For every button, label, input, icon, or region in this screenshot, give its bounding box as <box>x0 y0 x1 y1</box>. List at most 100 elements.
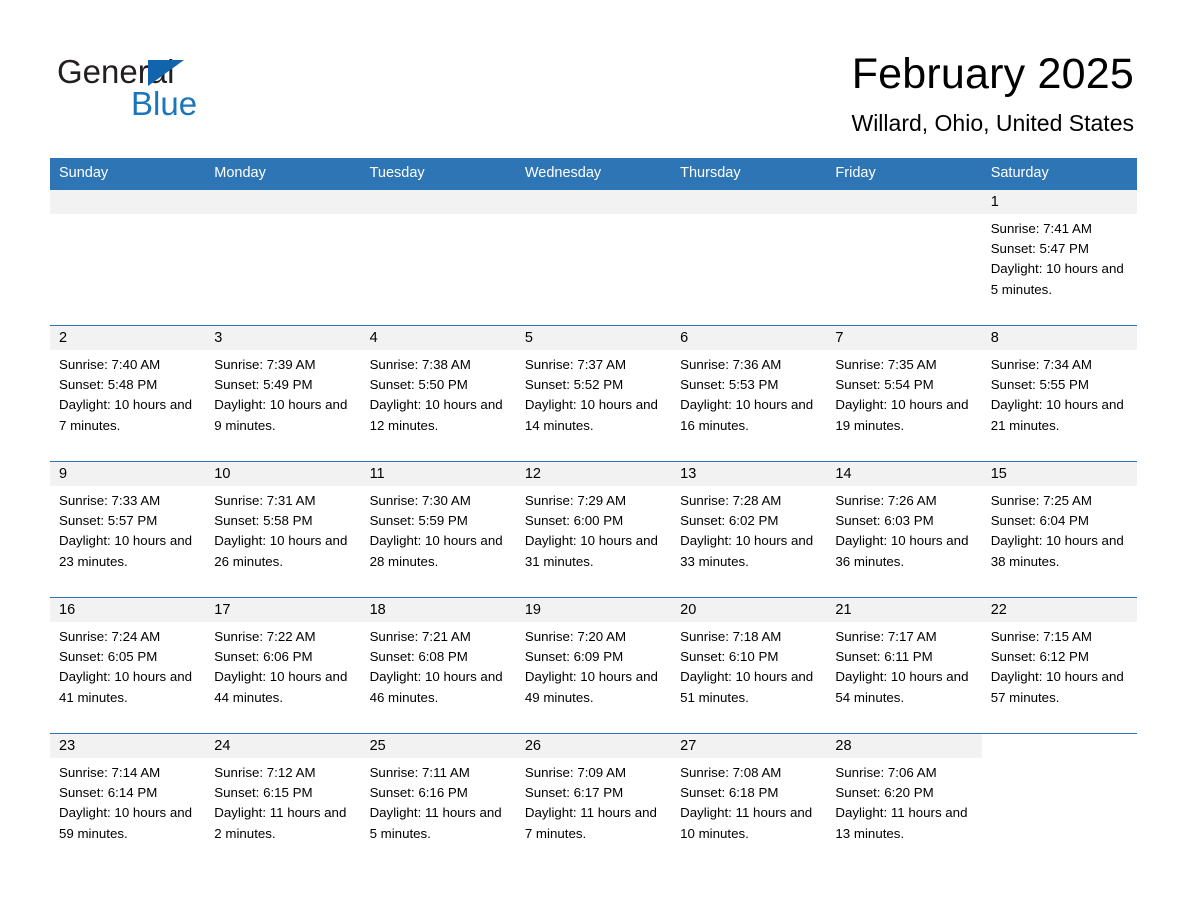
day-details: Sunrise: 7:34 AM Sunset: 5:55 PM Daylight:… <box>982 350 1137 436</box>
day-cell-inner: 13 Sunrise: 7:28 AM Sunset: 6:02 PM Dayligh… <box>671 462 827 597</box>
sunset-text: Sunset: 5:58 PM <box>214 513 313 529</box>
calendar-page: General Blue February 2025 Willard, Ohio… <box>0 0 1188 918</box>
day-cell[interactable]: 8 Sunrise: 7:34 AM Sunset: 5:55 PM Daylight… <box>981 325 1137 462</box>
day-cell[interactable]: 26 Sunrise: 7:09 AM Sunset: 6:17 PM Dayligh… <box>515 733 672 869</box>
day-details: Sunrise: 7:14 AM Sunset: 6:14 PM Daylight:… <box>50 758 205 844</box>
day-cell-inner: 22 Sunrise: 7:15 AM Sunset: 6:12 PM Dayligh… <box>981 598 1137 733</box>
day-cell-inner: 2 Sunrise: 7:40 AM Sunset: 5:48 PM Daylight… <box>50 326 206 461</box>
day-cell[interactable]: 16 Sunrise: 7:24 AM Sunset: 6:05 PM Dayligh… <box>50 597 206 734</box>
day-cell[interactable]: 25 Sunrise: 7:11 AM Sunset: 6:16 PM Dayligh… <box>360 733 516 869</box>
day-cell[interactable]: 17 Sunrise: 7:22 AM Sunset: 6:06 PM Dayligh… <box>205 597 361 734</box>
sunset-text: Sunset: 6:11 PM <box>835 649 933 665</box>
day-cell-inner <box>671 190 827 325</box>
day-cell-inner: 21 Sunrise: 7:17 AM Sunset: 6:11 PM Dayligh… <box>826 598 982 733</box>
day-cell[interactable]: 13 Sunrise: 7:28 AM Sunset: 6:02 PM Dayligh… <box>671 461 827 598</box>
day-details: Sunrise: 7:24 AM Sunset: 6:05 PM Daylight:… <box>50 622 205 708</box>
sunset-text: Sunset: 6:15 PM <box>214 785 313 801</box>
day-cell[interactable]: 9 Sunrise: 7:33 AM Sunset: 5:57 PM Daylight… <box>50 461 206 598</box>
sunset-text: Sunset: 6:12 PM <box>990 649 1089 665</box>
day-details: Sunrise: 7:40 AM Sunset: 5:48 PM Daylight:… <box>50 350 205 436</box>
day-number: 14 <box>826 462 982 486</box>
day-cell[interactable]: 10 Sunrise: 7:31 AM Sunset: 5:58 PM Dayligh… <box>205 461 361 598</box>
day-number: 6 <box>671 326 827 350</box>
day-details: Sunrise: 7:12 AM Sunset: 6:15 PM Daylight:… <box>205 758 360 844</box>
sunrise-text: Sunrise: 7:26 AM <box>835 493 937 508</box>
day-cell[interactable]: 1 Sunrise: 7:41 AM Sunset: 5:47 PM Daylight… <box>981 190 1137 326</box>
day-cell-inner: 14 Sunrise: 7:26 AM Sunset: 6:03 PM Dayligh… <box>826 462 982 597</box>
day-number: 11 <box>360 462 516 486</box>
day-details: Sunrise: 7:11 AM Sunset: 6:16 PM Daylight:… <box>361 758 516 844</box>
day-details: Sunrise: 7:39 AM Sunset: 5:49 PM Daylight:… <box>205 350 360 436</box>
sunrise-text: Sunrise: 7:17 AM <box>835 629 937 644</box>
sunrise-text: Sunrise: 7:18 AM <box>680 629 782 644</box>
daylight-text: Daylight: 10 hours and 26 minutes. <box>214 533 348 569</box>
day-cell[interactable]: 22 Sunrise: 7:15 AM Sunset: 6:12 PM Dayligh… <box>981 597 1137 734</box>
daylight-text: Daylight: 10 hours and 33 minutes. <box>680 533 814 569</box>
day-number: 12 <box>515 462 672 486</box>
day-cell[interactable]: 7 Sunrise: 7:35 AM Sunset: 5:54 PM Daylight… <box>826 325 982 462</box>
day-details: Sunrise: 7:29 AM Sunset: 6:00 PM Daylight:… <box>516 486 671 572</box>
sunrise-text: Sunrise: 7:36 AM <box>680 357 782 372</box>
day-cell[interactable]: 28 Sunrise: 7:06 AM Sunset: 6:20 PM Dayligh… <box>826 733 982 869</box>
day-cell-inner: 11 Sunrise: 7:30 AM Sunset: 5:59 PM Dayligh… <box>360 462 516 597</box>
daylight-text: Daylight: 10 hours and 12 minutes. <box>369 397 503 433</box>
day-number-bar <box>515 190 672 214</box>
day-cell[interactable]: 4 Sunrise: 7:38 AM Sunset: 5:50 PM Daylight… <box>360 325 516 462</box>
day-cell[interactable]: 11 Sunrise: 7:30 AM Sunset: 5:59 PM Dayligh… <box>360 461 516 598</box>
day-cell[interactable]: 24 Sunrise: 7:12 AM Sunset: 6:15 PM Dayligh… <box>205 733 361 869</box>
daylight-text: Daylight: 10 hours and 23 minutes. <box>59 533 193 569</box>
day-details: Sunrise: 7:38 AM Sunset: 5:50 PM Daylight:… <box>361 350 516 436</box>
sunrise-text: Sunrise: 7:20 AM <box>524 629 627 644</box>
day-cell[interactable]: 20 Sunrise: 7:18 AM Sunset: 6:10 PM Dayligh… <box>671 597 827 734</box>
sunset-text: Sunset: 6:03 PM <box>835 513 934 529</box>
calendar-body: 1 Sunrise: 7:41 AM Sunset: 5:47 PM Daylight… <box>50 190 1137 869</box>
day-cell[interactable]: 6 Sunrise: 7:36 AM Sunset: 5:53 PM Daylight… <box>671 325 827 462</box>
calendar-week-row: 16 Sunrise: 7:24 AM Sunset: 6:05 PM Dayligh… <box>50 597 1137 734</box>
day-cell-inner: 19 Sunrise: 7:20 AM Sunset: 6:09 PM Dayligh… <box>515 598 672 733</box>
sunrise-text: Sunrise: 7:38 AM <box>369 357 471 372</box>
day-details: Sunrise: 7:26 AM Sunset: 6:03 PM Daylight:… <box>826 486 981 572</box>
logo-text-blue: Blue <box>131 85 198 122</box>
sunset-text: Sunset: 5:53 PM <box>680 377 779 393</box>
day-cell[interactable]: 14 Sunrise: 7:26 AM Sunset: 6:03 PM Dayligh… <box>826 461 982 598</box>
sunrise-text: Sunrise: 7:30 AM <box>369 493 471 508</box>
day-cell-inner <box>515 190 672 325</box>
day-cell[interactable]: 21 Sunrise: 7:17 AM Sunset: 6:11 PM Dayligh… <box>826 597 982 734</box>
day-cell[interactable]: 2 Sunrise: 7:40 AM Sunset: 5:48 PM Daylight… <box>50 325 206 462</box>
day-cell-empty <box>515 190 672 326</box>
day-cell-inner <box>360 190 516 325</box>
day-cell[interactable]: 5 Sunrise: 7:37 AM Sunset: 5:52 PM Daylight… <box>515 325 672 462</box>
sunset-text: Sunset: 5:59 PM <box>369 513 468 529</box>
daylight-text: Daylight: 10 hours and 31 minutes. <box>524 533 658 569</box>
sunset-text: Sunset: 6:04 PM <box>990 513 1089 529</box>
day-number: 17 <box>205 598 361 622</box>
day-number: 5 <box>515 326 672 350</box>
daylight-text: Daylight: 11 hours and 10 minutes. <box>680 805 813 841</box>
title-block: February 2025 Willard, Ohio, United Stat… <box>851 48 1134 138</box>
day-cell[interactable]: 27 Sunrise: 7:08 AM Sunset: 6:18 PM Dayligh… <box>671 733 827 869</box>
sunset-text: Sunset: 6:10 PM <box>680 649 779 665</box>
daylight-text: Daylight: 11 hours and 7 minutes. <box>524 805 657 841</box>
day-number-bar <box>360 190 516 214</box>
day-cell-empty <box>205 190 361 326</box>
day-cell[interactable]: 15 Sunrise: 7:25 AM Sunset: 6:04 PM Dayligh… <box>981 461 1137 598</box>
day-cell-inner: 7 Sunrise: 7:35 AM Sunset: 5:54 PM Daylight… <box>826 326 982 461</box>
sunrise-text: Sunrise: 7:28 AM <box>680 493 782 508</box>
weekday-header-saturday: Saturday <box>981 158 1137 190</box>
day-cell[interactable]: 19 Sunrise: 7:20 AM Sunset: 6:09 PM Dayligh… <box>515 597 672 734</box>
day-cell[interactable]: 3 Sunrise: 7:39 AM Sunset: 5:49 PM Daylight… <box>205 325 361 462</box>
sunrise-text: Sunrise: 7:25 AM <box>990 493 1092 508</box>
sunset-text: Sunset: 5:48 PM <box>59 377 158 393</box>
daylight-text: Daylight: 10 hours and 44 minutes. <box>214 669 348 705</box>
day-details: Sunrise: 7:22 AM Sunset: 6:06 PM Daylight:… <box>205 622 360 708</box>
sunset-text: Sunset: 6:14 PM <box>59 785 158 801</box>
sunrise-text: Sunrise: 7:24 AM <box>59 629 161 644</box>
day-cell[interactable]: 18 Sunrise: 7:21 AM Sunset: 6:08 PM Dayligh… <box>360 597 516 734</box>
day-cell-inner: 1 Sunrise: 7:41 AM Sunset: 5:47 PM Daylight… <box>981 190 1137 325</box>
day-cell-inner: 17 Sunrise: 7:22 AM Sunset: 6:06 PM Dayligh… <box>205 598 361 733</box>
sunrise-text: Sunrise: 7:14 AM <box>59 765 161 780</box>
day-cell-inner: 24 Sunrise: 7:12 AM Sunset: 6:15 PM Dayligh… <box>205 734 361 869</box>
day-number: 24 <box>205 734 361 758</box>
day-cell[interactable]: 23 Sunrise: 7:14 AM Sunset: 6:14 PM Dayligh… <box>50 733 206 869</box>
day-cell[interactable]: 12 Sunrise: 7:29 AM Sunset: 6:00 PM Dayligh… <box>515 461 672 598</box>
